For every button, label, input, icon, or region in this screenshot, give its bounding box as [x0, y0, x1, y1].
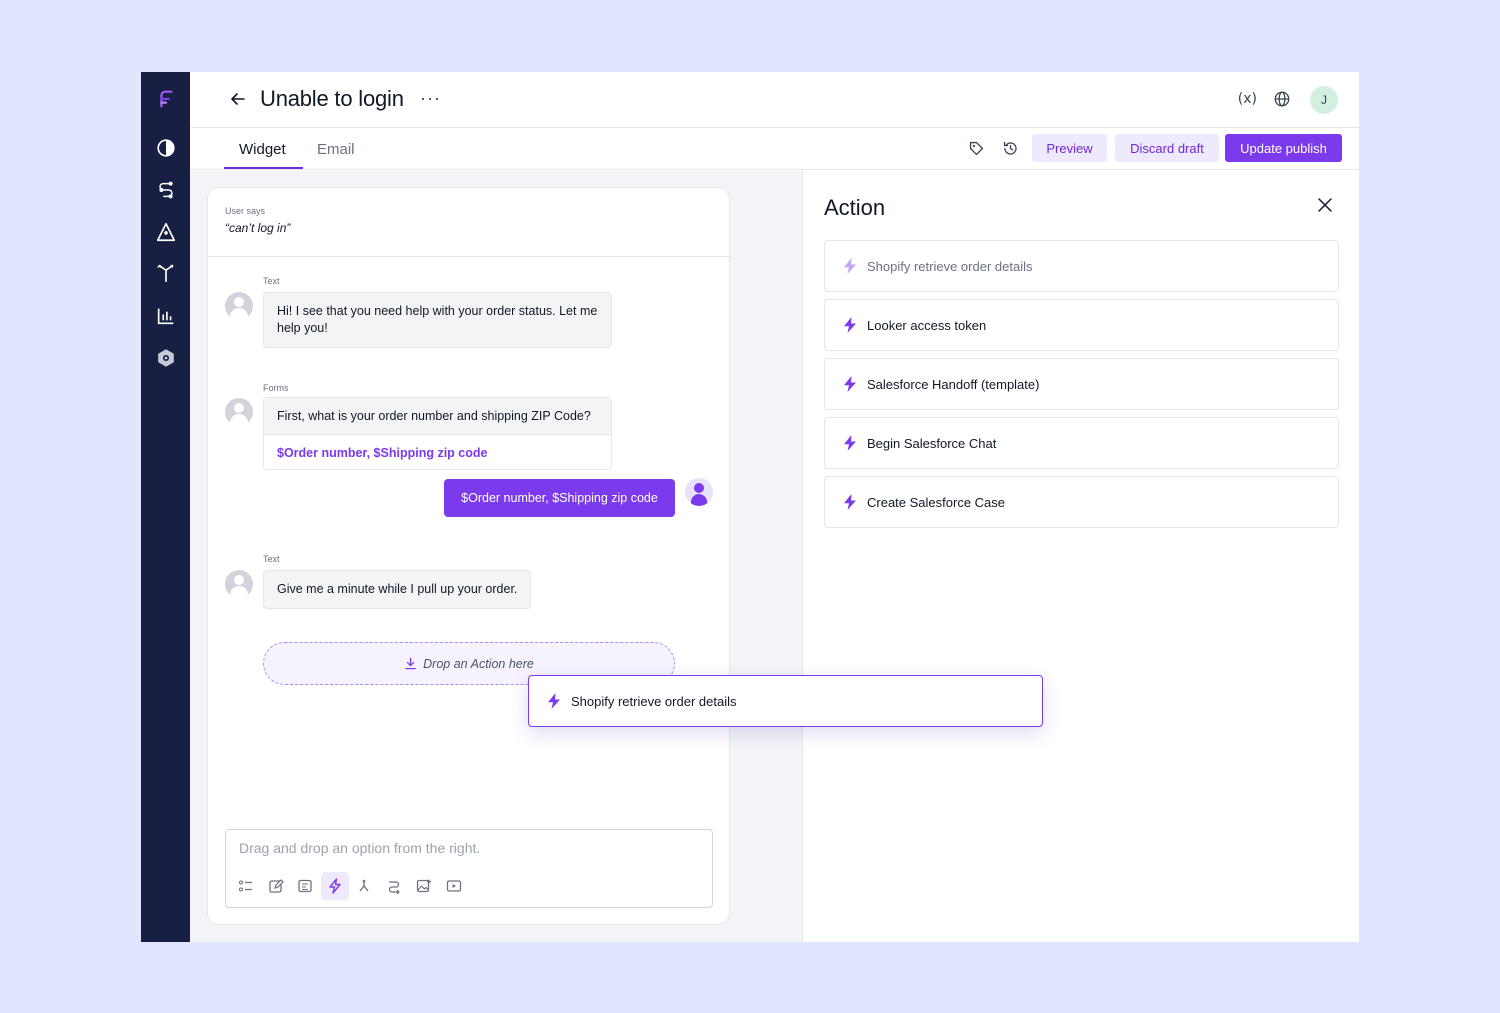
bolt-icon: [844, 317, 856, 333]
forms-message[interactable]: First, what is your order number and shi…: [263, 397, 612, 470]
bot-avatar: [225, 398, 253, 426]
list-icon[interactable]: [232, 872, 260, 900]
globe-icon[interactable]: [1273, 90, 1291, 108]
logo-icon[interactable]: [153, 86, 179, 112]
user-avatar-chat: [685, 478, 713, 506]
branch-icon[interactable]: [350, 872, 378, 900]
composer: [225, 829, 713, 908]
analytics-icon[interactable]: [153, 303, 179, 329]
action-item[interactable]: Salesforce Handoff (template): [824, 358, 1339, 410]
back-arrow-icon[interactable]: [228, 89, 248, 109]
routing-icon[interactable]: [153, 260, 179, 286]
action-bolt-icon[interactable]: [321, 872, 349, 900]
bot-avatar: [225, 292, 253, 320]
bolt-icon: [844, 258, 856, 274]
edit-icon[interactable]: [262, 872, 290, 900]
bolt-icon: [844, 435, 856, 451]
dragged-action-item[interactable]: Shopify retrieve order details: [528, 675, 1043, 727]
message-type-label: Forms: [263, 383, 289, 393]
knowledge-icon[interactable]: [153, 219, 179, 245]
video-icon[interactable]: [440, 872, 468, 900]
route-icon[interactable]: [380, 872, 408, 900]
page-header: Unable to login ··· (x) J: [190, 72, 1359, 128]
close-icon[interactable]: [1317, 197, 1333, 213]
tab-widget[interactable]: Widget: [239, 141, 286, 158]
user-says-text[interactable]: “can’t log in”: [225, 221, 290, 235]
action-item[interactable]: Shopify retrieve order details: [824, 240, 1339, 292]
history-icon[interactable]: [1002, 140, 1019, 157]
bolt-icon: [844, 376, 856, 392]
bot-avatar: [225, 570, 253, 598]
form-icon[interactable]: [291, 872, 319, 900]
active-tab-indicator: [224, 167, 303, 169]
message-type-label: Text: [263, 276, 280, 286]
bolt-icon: [548, 693, 560, 709]
bolt-icon: [844, 494, 856, 510]
download-icon: [405, 657, 416, 670]
bot-message-bubble[interactable]: Give me a minute while I pull up your or…: [263, 570, 532, 609]
action-item-label: Looker access token: [867, 317, 987, 333]
forms-question: First, what is your order number and shi…: [264, 398, 611, 435]
divider: [208, 256, 729, 257]
discard-draft-button[interactable]: Discard draft: [1115, 134, 1219, 162]
dropzone-label: Drop an Action here: [423, 656, 534, 671]
user-avatar[interactable]: J: [1310, 86, 1338, 114]
user-reply-bubble[interactable]: $Order number, $Shipping zip code: [444, 479, 675, 517]
action-item[interactable]: Create Salesforce Case: [824, 476, 1339, 528]
bot-message-bubble[interactable]: Hi! I see that you need help with your o…: [263, 292, 612, 348]
tab-email[interactable]: Email: [317, 141, 355, 158]
more-options-icon[interactable]: ···: [420, 88, 441, 109]
dashboard-icon[interactable]: [153, 135, 179, 161]
update-publish-button[interactable]: Update publish: [1225, 134, 1342, 162]
preview-button[interactable]: Preview: [1032, 134, 1107, 162]
variables-icon[interactable]: (x): [1238, 91, 1257, 107]
tab-bar: Widget Email Preview Discard draft Updat…: [190, 128, 1359, 170]
composer-input[interactable]: [239, 840, 699, 856]
action-panel: Action Shopify retrieve order details Lo…: [802, 171, 1359, 942]
action-item-label: Shopify retrieve order details: [867, 258, 1033, 274]
dragged-action-label: Shopify retrieve order details: [571, 693, 737, 709]
action-item[interactable]: Begin Salesforce Chat: [824, 417, 1339, 469]
sidebar: [141, 72, 190, 942]
action-item-label: Begin Salesforce Chat: [867, 435, 997, 451]
workflows-icon[interactable]: [153, 177, 179, 203]
action-item-label: Salesforce Handoff (template): [867, 376, 1040, 392]
chat-card: User says “can’t log in” Text Hi! I see …: [207, 187, 730, 925]
settings-icon[interactable]: [153, 345, 179, 371]
page-title: Unable to login: [260, 86, 404, 111]
action-item-label: Create Salesforce Case: [867, 494, 1006, 510]
flow-canvas: User says “can’t log in” Text Hi! I see …: [190, 171, 802, 942]
action-item[interactable]: Looker access token: [824, 299, 1339, 351]
message-type-label: Text: [263, 554, 280, 564]
image-icon[interactable]: [410, 872, 438, 900]
user-says-label: User says: [225, 206, 266, 216]
tag-icon[interactable]: [968, 140, 985, 157]
app-window: Unable to login ··· (x) J Widget Email P…: [141, 72, 1359, 942]
panel-title: Action: [824, 195, 886, 220]
forms-variables: $Order number, $Shipping zip code: [277, 446, 488, 460]
